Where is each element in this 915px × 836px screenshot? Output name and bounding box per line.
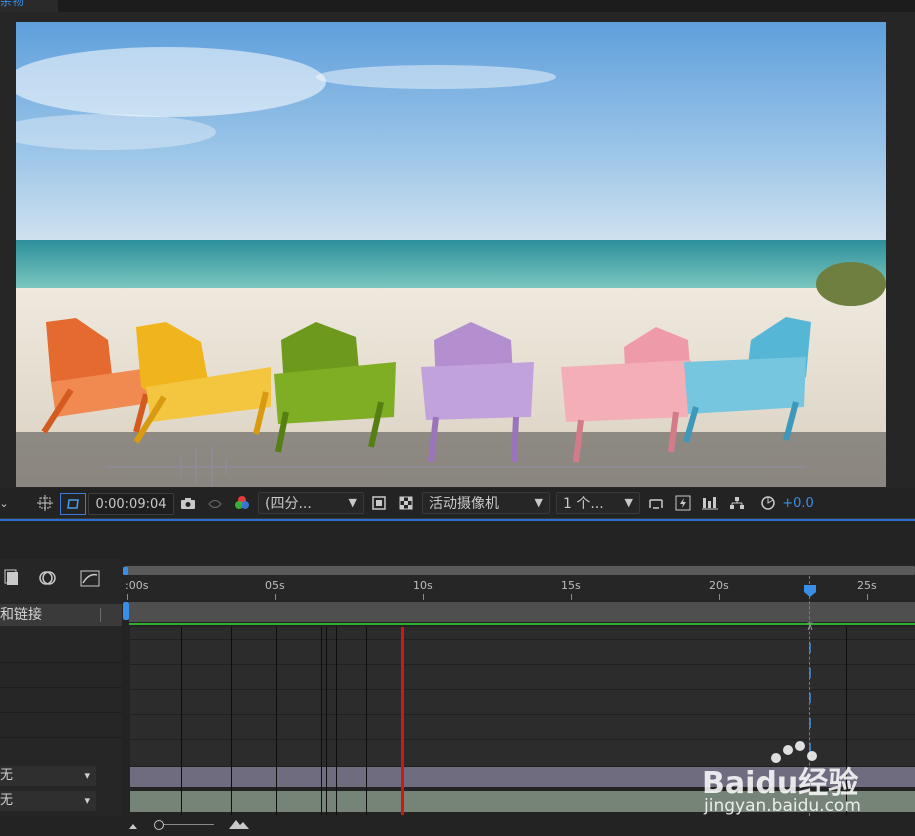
chevron-down-icon: ▼	[624, 496, 633, 509]
grid-line	[366, 627, 367, 815]
track-row	[130, 665, 915, 690]
timeline-header	[0, 521, 915, 559]
exposure-value[interactable]: +0.0	[782, 493, 814, 513]
zoom-out-icon[interactable]	[128, 819, 138, 829]
chevron-down-icon: ▾	[84, 769, 90, 782]
keyframe-icon[interactable]: I	[806, 717, 814, 732]
track-row	[130, 715, 915, 740]
chevron-down-icon: ▼	[348, 496, 357, 509]
layer-parent-value: 无	[0, 793, 14, 808]
camera-icon[interactable]	[177, 493, 199, 513]
timecode-text: 0:00:09:04	[95, 496, 167, 512]
beach-image	[16, 22, 886, 487]
keyframe-icon[interactable]: I	[806, 692, 814, 707]
grid-line	[336, 627, 337, 815]
ruler-tick	[275, 594, 276, 600]
checkerboard-icon[interactable]	[395, 493, 417, 513]
ruler-tick	[719, 594, 720, 600]
layer-parent-dropdown[interactable]: 无 ▾	[0, 766, 96, 786]
flowchart-icon[interactable]	[726, 493, 748, 513]
viewer-frame[interactable]	[16, 22, 886, 487]
fast-previews-icon[interactable]	[672, 493, 694, 513]
layer-column-header[interactable]: 和链接	[0, 604, 122, 626]
track-row	[130, 690, 915, 715]
reset-exposure-icon[interactable]	[757, 493, 779, 513]
camera-dropdown[interactable]: 活动摄像机 ▼	[422, 492, 550, 514]
keyframe-icon[interactable]: I	[806, 642, 814, 657]
top-tab[interactable]: 杂物	[0, 0, 58, 12]
watermark-url: jingyan.baidu.com	[704, 796, 861, 816]
ruler-tick-label: :00s	[125, 579, 149, 592]
views-value: 1 个...	[563, 496, 604, 512]
resolution-value: (四分...	[265, 496, 312, 512]
viewer-toolbar: ⌄ 0:00:09:04 (四分... ▼ 活动摄像机 ▼ 1 个... ▼ +…	[0, 488, 915, 519]
ruler-tick-label: 10s	[413, 579, 433, 592]
time-navigator[interactable]	[124, 566, 915, 575]
camera-value: 活动摄像机	[429, 496, 499, 512]
views-dropdown[interactable]: 1 个... ▼	[556, 492, 640, 514]
grid-line	[181, 627, 182, 815]
marker-flag-icon[interactable]	[803, 584, 817, 598]
timeline-icon[interactable]	[699, 493, 721, 513]
ruler-tick	[571, 594, 572, 600]
zoom-in-icon[interactable]	[228, 818, 250, 830]
fast-preview-icon[interactable]	[368, 493, 390, 513]
zoom-slider-track[interactable]	[156, 824, 214, 825]
resolution-dropdown[interactable]: (四分... ▼	[258, 492, 364, 514]
toggle-pixel-aspect-icon[interactable]	[645, 493, 667, 513]
ruler-tick-label: 25s	[857, 579, 877, 592]
work-area-start-handle[interactable]	[123, 602, 129, 620]
layer-property-rows	[0, 638, 122, 764]
layer-parent-value: 无	[0, 768, 14, 783]
render-bar	[129, 623, 915, 625]
chevron-down-icon: ▼	[534, 496, 543, 509]
rgb-channels-icon[interactable]	[231, 493, 253, 513]
keyframe-icon[interactable]: ⊼	[806, 622, 814, 633]
navigator-start-handle[interactable]	[123, 567, 128, 575]
zoom-slider-handle[interactable]	[154, 820, 164, 830]
current-time-indicator[interactable]	[401, 627, 404, 815]
grid-line	[321, 627, 322, 815]
timecode-display[interactable]: 0:00:09:04	[88, 493, 174, 515]
ruler-tick	[127, 594, 128, 600]
chevron-down-icon: ▾	[84, 794, 90, 807]
region-of-interest-icon[interactable]	[34, 493, 56, 513]
ruler-tick-label: 20s	[709, 579, 729, 592]
motion-blur-icon[interactable]	[38, 569, 58, 589]
graph-editor-icon[interactable]	[80, 569, 100, 589]
ruler-tick	[867, 594, 868, 600]
layer-parent-dropdown[interactable]: 无 ▾	[0, 791, 96, 811]
top-strip	[0, 0, 915, 12]
mask-path-toggle-icon[interactable]	[60, 493, 86, 515]
exposure-text: +0.0	[782, 495, 814, 511]
baidu-watermark: Baidu经验 jingyan.baidu.com	[700, 740, 900, 820]
layer-header-label: 和链接	[0, 607, 42, 623]
grid-line	[231, 627, 232, 815]
grid-line	[276, 627, 277, 815]
work-area-bar[interactable]	[129, 602, 915, 622]
grid-line	[326, 627, 327, 815]
show-snapshot-icon[interactable]	[204, 493, 226, 513]
ruler-tick-label: 05s	[265, 579, 285, 592]
top-tab-label: 杂物	[0, 0, 25, 8]
ruler-tick	[423, 594, 424, 600]
comp-flowchart-icon[interactable]	[4, 569, 24, 589]
toolbar-overflow-chevron-icon[interactable]: ⌄	[0, 493, 9, 513]
track-row	[130, 640, 915, 665]
ruler-tick-label: 15s	[561, 579, 581, 592]
keyframe-icon[interactable]: I	[806, 667, 814, 682]
track-row	[130, 627, 915, 640]
